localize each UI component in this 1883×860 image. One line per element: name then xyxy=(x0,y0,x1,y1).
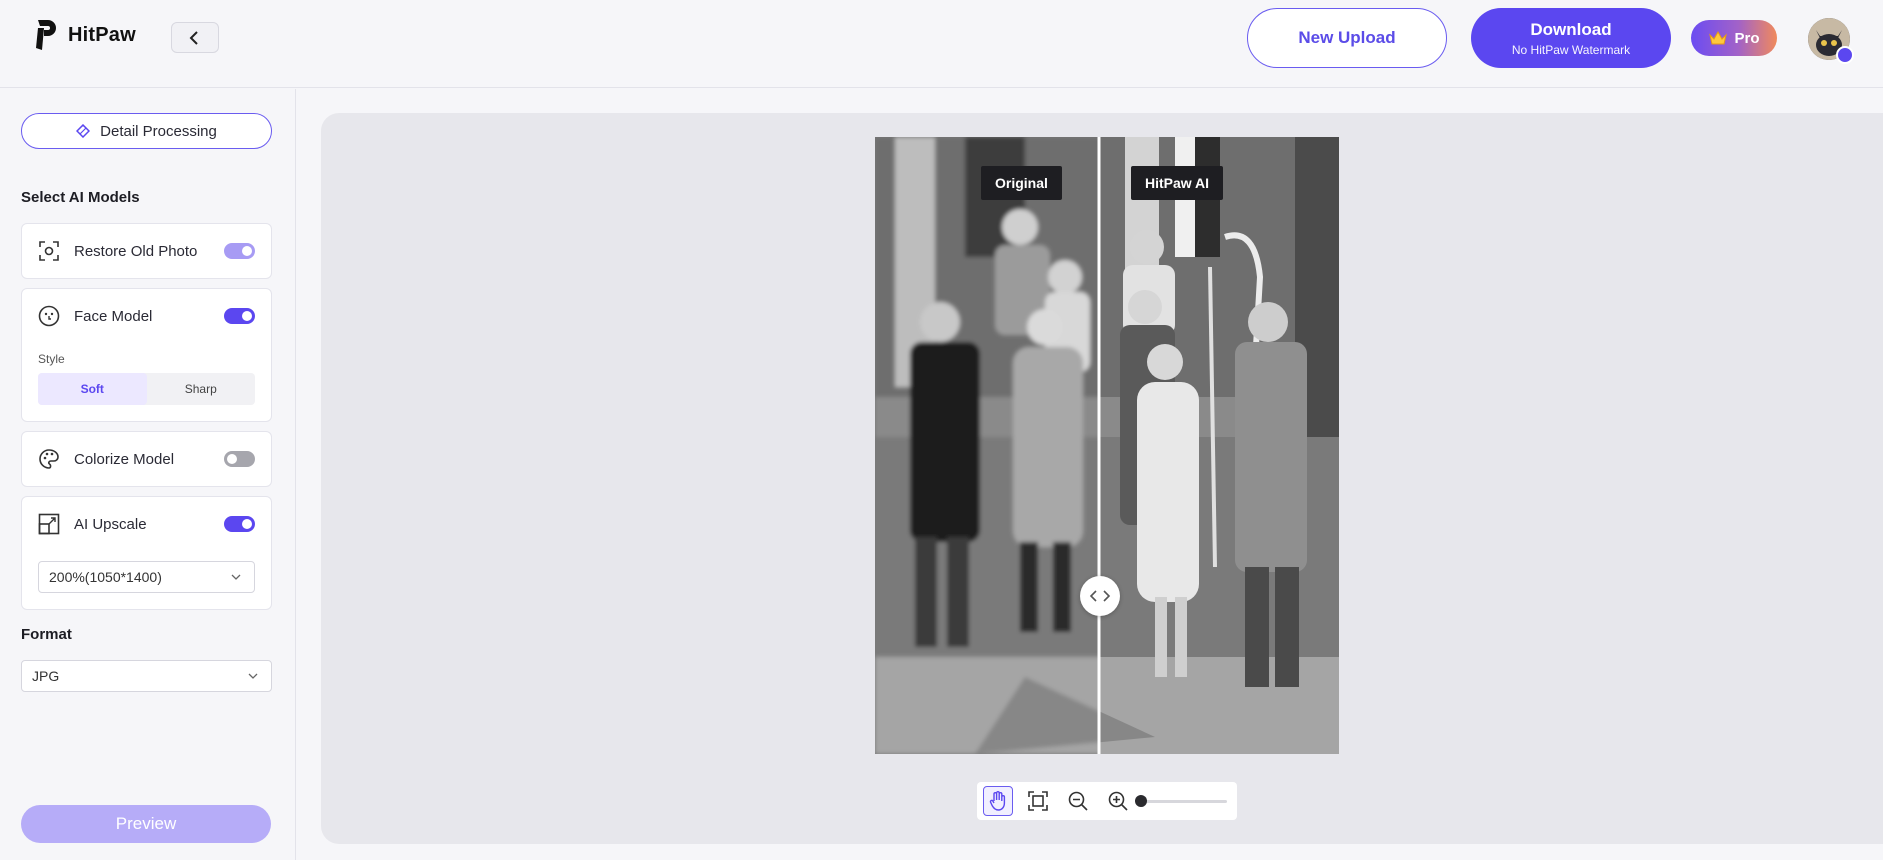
upscale-size-value: 200%(1050*1400) xyxy=(49,569,162,585)
zoom-slider-thumb[interactable] xyxy=(1135,794,1147,807)
user-avatar[interactable] xyxy=(1808,18,1854,64)
upscale-size-select[interactable]: 200%(1050*1400) xyxy=(38,561,255,593)
top-header: HitPaw New Upload Download No HitPaw Wat… xyxy=(0,0,1883,88)
style-segmented-control: Soft Sharp xyxy=(38,373,255,405)
compare-slider-handle[interactable] xyxy=(1080,576,1120,616)
preview-button[interactable]: Preview xyxy=(21,805,271,843)
face-icon xyxy=(38,305,60,327)
style-option-soft[interactable]: Soft xyxy=(38,373,147,405)
hand-icon xyxy=(989,791,1006,811)
comparison-photo[interactable] xyxy=(875,137,1339,754)
eraser-icon xyxy=(76,124,91,138)
format-value: JPG xyxy=(32,668,60,684)
face-model-toggle[interactable] xyxy=(224,308,255,324)
pro-badge[interactable]: Pro xyxy=(1691,20,1777,56)
fit-screen-icon xyxy=(1028,791,1048,811)
style-label: Style xyxy=(38,352,65,366)
colorize-model-toggle[interactable] xyxy=(224,451,255,467)
pan-tool-button[interactable] xyxy=(983,786,1013,816)
format-title: Format xyxy=(21,626,72,643)
vip-badge-icon xyxy=(1836,46,1854,64)
chevron-down-icon xyxy=(231,574,241,580)
brand-name: HitPaw xyxy=(68,23,136,46)
select-models-title: Select AI Models xyxy=(21,189,140,206)
chevron-left-icon xyxy=(189,30,198,45)
face-model-card: Face Model Style Soft Sharp xyxy=(21,288,272,422)
old-family-photo xyxy=(875,137,1339,754)
detail-processing-button[interactable]: Detail Processing xyxy=(21,113,272,149)
hitpaw-ai-tag: HitPaw AI xyxy=(1131,166,1224,200)
colorize-model-card: Colorize Model xyxy=(21,431,272,487)
palette-icon xyxy=(39,449,59,469)
settings-sidebar: Detail Processing Select AI Models Resto… xyxy=(0,89,296,860)
download-label: Download xyxy=(1530,19,1612,39)
chevron-down-icon xyxy=(248,673,258,679)
upscale-icon xyxy=(38,513,60,535)
restore-old-photo-card: Restore Old Photo xyxy=(21,223,272,279)
restore-old-photo-toggle[interactable] xyxy=(224,243,255,259)
restore-old-photo-label: Restore Old Photo xyxy=(74,242,198,260)
zoom-out-button[interactable] xyxy=(1063,786,1093,816)
face-model-label: Face Model xyxy=(74,307,153,325)
split-arrows-icon xyxy=(1089,590,1111,602)
ai-upscale-card: AI Upscale 200%(1050*1400) xyxy=(21,496,272,610)
download-sublabel: No HitPaw Watermark xyxy=(1511,42,1631,57)
ai-upscale-label: AI Upscale xyxy=(74,515,147,533)
style-option-sharp[interactable]: Sharp xyxy=(147,373,256,405)
original-tag: Original xyxy=(981,166,1062,200)
brand-logo[interactable]: HitPaw xyxy=(34,18,136,52)
restore-photo-icon xyxy=(39,241,59,261)
zoom-in-button[interactable] xyxy=(1103,786,1133,816)
crown-icon xyxy=(1709,30,1728,45)
pro-label: Pro xyxy=(1734,29,1760,47)
detail-processing-label: Detail Processing xyxy=(100,122,217,140)
back-button[interactable] xyxy=(171,22,219,53)
hitpaw-logo-icon xyxy=(36,20,56,50)
zoom-slider[interactable] xyxy=(1135,794,1227,807)
format-select[interactable]: JPG xyxy=(21,660,272,692)
new-upload-button[interactable]: New Upload xyxy=(1247,8,1447,68)
zoom-out-icon xyxy=(1068,791,1088,811)
viewer-toolbar xyxy=(977,782,1237,820)
colorize-model-label: Colorize Model xyxy=(74,450,175,468)
download-button[interactable]: Download No HitPaw Watermark xyxy=(1471,8,1671,68)
zoom-in-icon xyxy=(1108,791,1128,811)
ai-upscale-toggle[interactable] xyxy=(224,516,255,532)
fit-screen-button[interactable] xyxy=(1023,786,1053,816)
